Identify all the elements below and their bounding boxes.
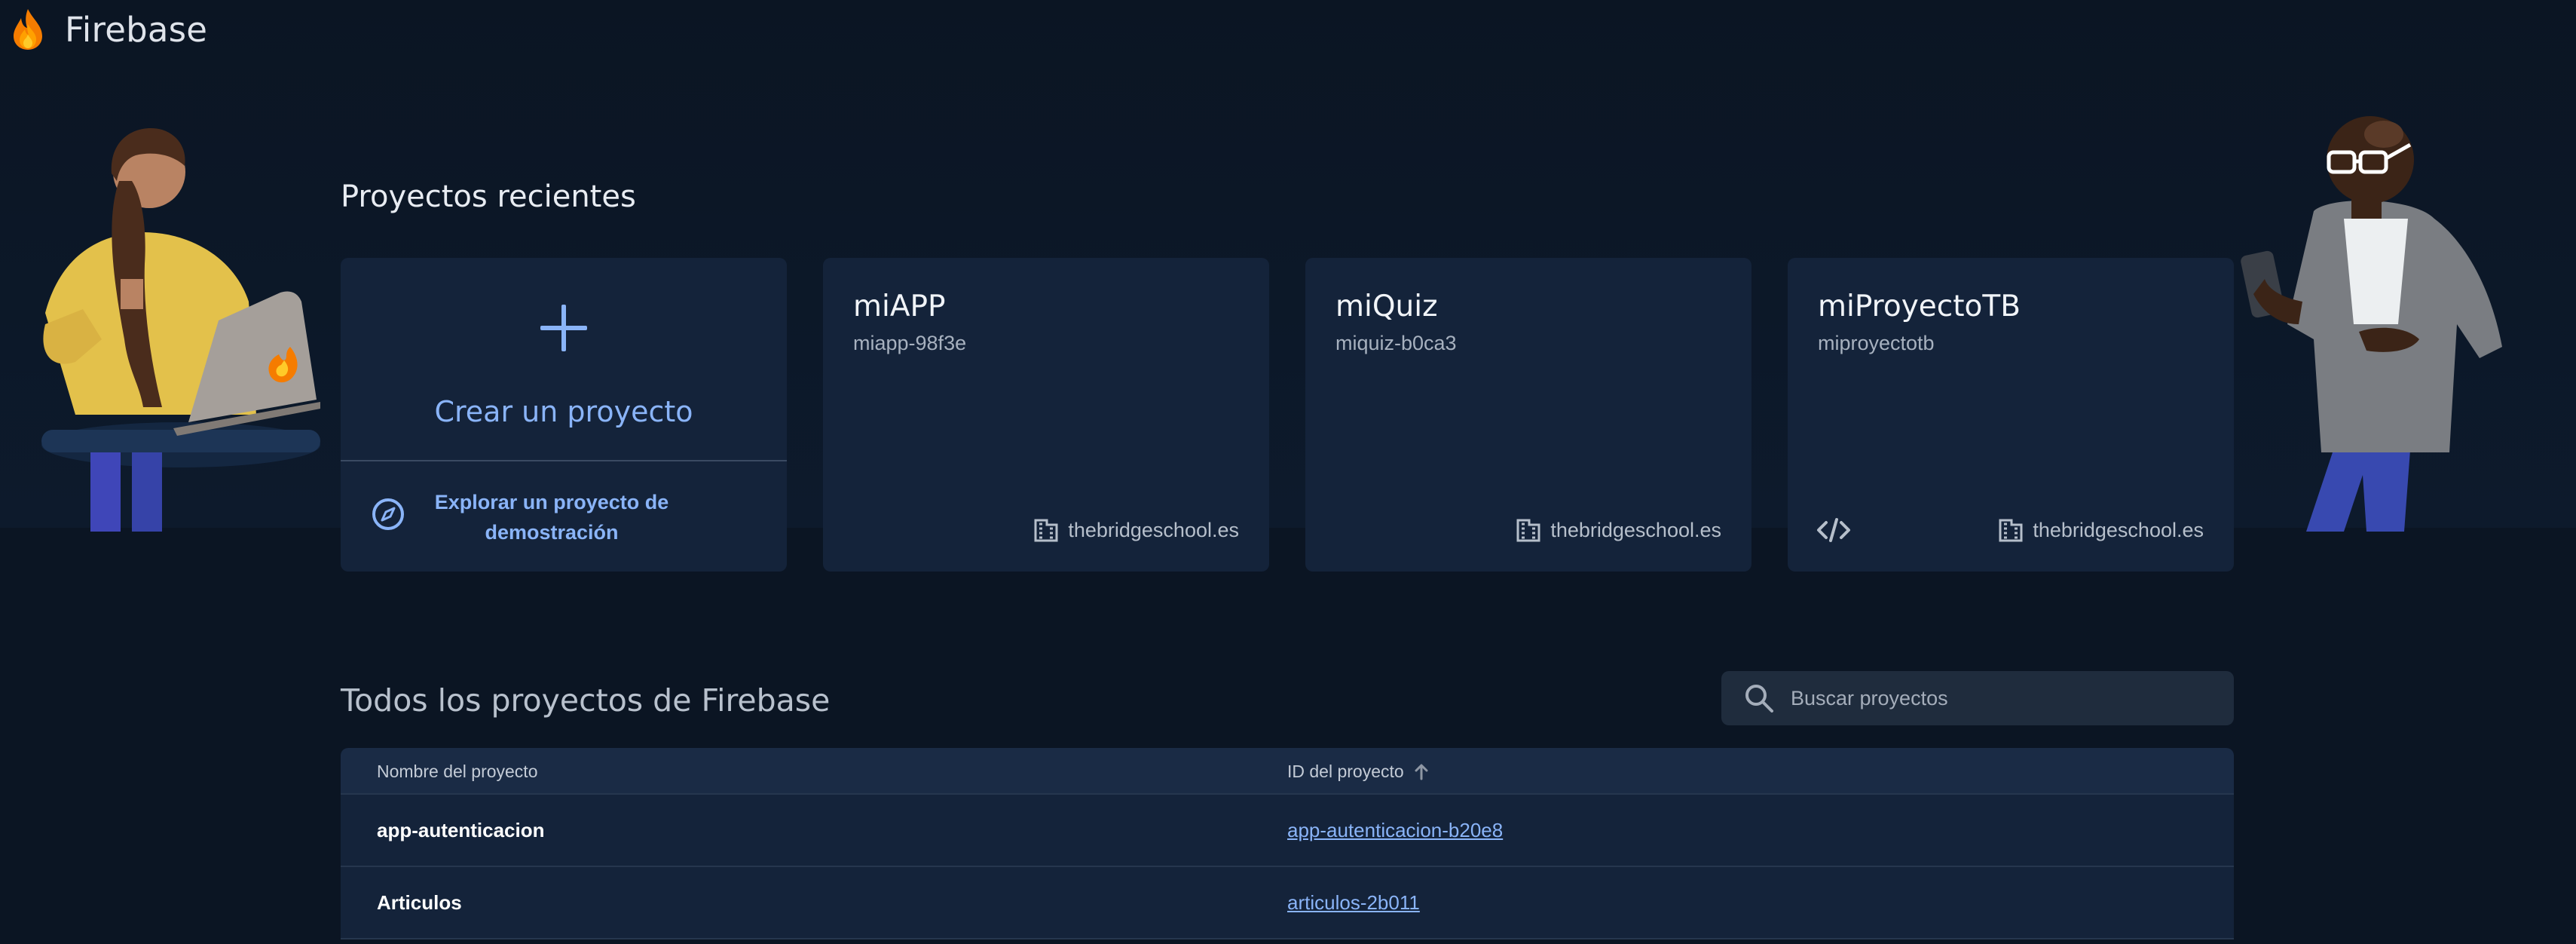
compass-icon [372, 498, 404, 530]
recent-projects-title: Proyectos recientes [341, 179, 636, 214]
org-label: thebridgeschool.es [1068, 518, 1239, 541]
create-project-button[interactable]: Crear un proyecto [341, 258, 787, 461]
project-id: miquiz-b0ca3 [1335, 332, 1457, 354]
column-header-label: Nombre del proyecto [377, 762, 538, 781]
building-icon [1034, 519, 1058, 542]
table-row[interactable]: app-autenticacion app-autenticacion-b20e… [341, 795, 2234, 867]
table-header: Nombre del proyecto ID del proyecto [341, 748, 2234, 795]
project-name: miQuiz [1335, 290, 1438, 323]
project-id: miproyectotb [1818, 332, 1935, 354]
project-id-link[interactable]: articulos-2b011 [1287, 891, 1420, 915]
create-project-card: Crear un proyecto Explorar un proyecto d… [341, 258, 787, 572]
man-with-phone-illustration [2241, 116, 2502, 532]
firebase-console-page: Firebase Proyectos recientes Crear un pr… [0, 0, 2576, 944]
project-name: miProyectoTB [1818, 290, 2021, 323]
building-icon [1999, 519, 2023, 542]
plus-icon [540, 305, 587, 351]
search-icon [1745, 685, 1773, 713]
org-label: thebridgeschool.es [2033, 518, 2204, 541]
code-icon [1817, 518, 1850, 542]
brand-name: Firebase [65, 9, 208, 50]
project-card-miapp[interactable]: miAPP miapp-98f3e thebridgeschool.es [823, 258, 1269, 572]
column-header-project-id[interactable]: ID del proyecto [1287, 762, 1431, 782]
table-row[interactable]: Articulos articulos-2b011 [341, 867, 2234, 939]
project-id: miapp-98f3e [853, 332, 967, 354]
project-org: thebridgeschool.es [1033, 517, 1239, 543]
woman-with-laptop-illustration [41, 128, 320, 532]
search-input[interactable] [1789, 685, 2211, 711]
column-header-project-name[interactable]: Nombre del proyecto [377, 762, 538, 782]
column-header-label: ID del proyecto [1287, 762, 1404, 781]
explore-demo-project-button[interactable]: Explorar un proyecto de demostración [341, 463, 787, 572]
project-name-cell: app-autenticacion [377, 819, 545, 841]
building-icon [1516, 519, 1540, 542]
project-name-cell: Articulos [377, 891, 462, 914]
org-label: thebridgeschool.es [1550, 518, 1721, 541]
project-id-link[interactable]: app-autenticacion-b20e8 [1287, 819, 1503, 842]
create-project-label: Crear un proyecto [434, 395, 693, 428]
project-card-miquiz[interactable]: miQuiz miquiz-b0ca3 thebridgeschool.es [1305, 258, 1751, 572]
firebase-flame-icon [14, 9, 42, 50]
project-name: miAPP [853, 290, 946, 323]
all-projects-title: Todos los proyectos de Firebase [341, 682, 831, 719]
project-org: thebridgeschool.es [1998, 517, 2204, 543]
project-card-miproyectotb[interactable]: miProyectoTB miproyectotb thebridgeschoo… [1788, 258, 2234, 572]
projects-table: Nombre del proyecto ID del proyecto app-… [341, 748, 2234, 939]
project-org: thebridgeschool.es [1516, 517, 1721, 543]
top-header: Firebase [0, 0, 2576, 59]
explore-demo-label: Explorar un proyecto de demostración [434, 491, 669, 544]
firebase-home-link[interactable]: Firebase [11, 8, 207, 51]
arrow-up-icon[interactable] [1412, 762, 1431, 782]
search-projects-box[interactable] [1721, 671, 2234, 725]
